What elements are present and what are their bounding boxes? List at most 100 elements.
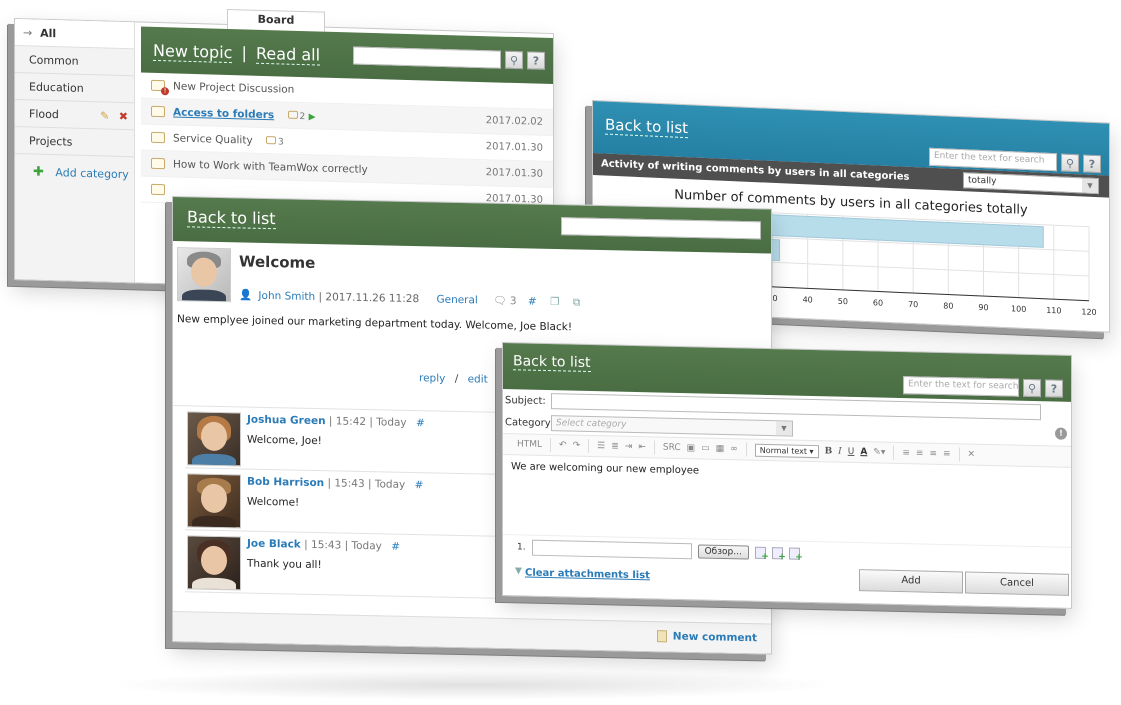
topic-title[interactable]: Service Quality — [173, 132, 253, 146]
sidebar-item-label: Common — [29, 53, 79, 68]
table-icon[interactable]: ▦ — [716, 444, 725, 454]
format-select[interactable]: Normal text ▾ — [754, 443, 819, 458]
edit-link[interactable]: edit — [468, 373, 488, 385]
help-button[interactable]: ? — [1083, 154, 1101, 174]
image-icon[interactable]: ▣ — [687, 443, 696, 453]
comment-permalink[interactable]: # — [416, 417, 425, 429]
italic-button[interactable]: I — [838, 447, 842, 457]
comment-permalink[interactable]: # — [391, 541, 400, 553]
back-to-list-link[interactable]: Back to list — [605, 115, 689, 139]
help-button[interactable]: ? — [527, 51, 545, 70]
chevron-down-icon: ▼ — [776, 421, 792, 436]
user-icon: 👤 — [239, 289, 253, 302]
go-arrow-icon[interactable]: ▶ — [309, 112, 316, 122]
category-select[interactable]: Select category ▼ — [551, 415, 793, 437]
video-icon[interactable]: ▭ — [701, 444, 710, 454]
comment-count: 3 — [266, 135, 284, 148]
sidebar-item-flood[interactable]: Flood ✎ ✖ — [15, 100, 134, 131]
highlight-color-icon[interactable]: ✎▾ — [873, 447, 885, 457]
cancel-button[interactable]: Cancel — [965, 571, 1069, 596]
screenshot-stage: Board → All Common Education Flood ✎ ✖ P… — [0, 0, 1121, 705]
search-icon[interactable]: ⚲ — [1061, 153, 1079, 173]
clear-format-icon[interactable]: ✕ — [968, 450, 976, 460]
board-search-input[interactable] — [353, 46, 501, 69]
browse-button[interactable]: Обзор... — [697, 544, 749, 560]
comment-count-value: 3 — [509, 295, 517, 308]
comment-author-link[interactable]: Bob Harrison — [247, 476, 324, 490]
bullet-list-icon[interactable]: ☰ — [597, 441, 605, 451]
outdent-icon[interactable]: ⇤ — [638, 442, 646, 452]
topic-search-input[interactable] — [561, 217, 761, 240]
reply-link[interactable]: reply — [419, 372, 445, 385]
post-meta: 👤 John Smith | 2017.11.26 11:28 General … — [239, 288, 580, 309]
new-comment-button[interactable]: New comment — [656, 630, 757, 645]
search-icon[interactable]: ⚲ — [1023, 378, 1041, 398]
x-tick-label: 70 — [908, 300, 918, 309]
undo-icon[interactable]: ↶ — [559, 440, 567, 450]
sidebar-item-all[interactable]: → All — [15, 19, 134, 50]
search-icon[interactable]: ⚲ — [505, 50, 523, 70]
topic-bubble-icon — [151, 131, 165, 144]
add-category-link[interactable]: ✚ Add category — [15, 154, 134, 182]
add-button[interactable]: Add — [859, 569, 963, 594]
add-document-icon[interactable] — [771, 547, 783, 560]
sidebar-item-education[interactable]: Education — [15, 73, 134, 104]
indent-icon[interactable]: ⇥ — [625, 442, 633, 452]
align-right-icon[interactable]: ≡ — [929, 449, 937, 459]
attachment-index: 1. — [517, 542, 526, 553]
help-button[interactable]: ? — [1045, 379, 1063, 398]
editor-search-input[interactable]: Enter the text for search — [903, 376, 1019, 397]
sidebar-item-projects[interactable]: Projects — [15, 127, 134, 158]
post-category-link[interactable]: General — [436, 294, 477, 307]
comment-count-value: 3 — [278, 136, 284, 148]
post-author-link[interactable]: John Smith — [258, 290, 315, 303]
align-left-icon[interactable]: ≡ — [902, 448, 910, 458]
add-file-icon[interactable] — [754, 546, 766, 559]
tab-board[interactable]: Board — [227, 8, 325, 32]
font-color-button[interactable]: A — [860, 447, 867, 457]
link-icon[interactable]: ∞ — [730, 444, 738, 454]
new-topic-link[interactable]: New topic — [153, 40, 233, 64]
comment-author-link[interactable]: Joshua Green — [247, 414, 326, 428]
underline-button[interactable]: U — [848, 447, 855, 457]
bold-button[interactable]: B — [825, 446, 833, 456]
topic-title[interactable]: How to Work with TeamWox correctly — [173, 158, 486, 179]
numbered-list-icon[interactable]: ≣ — [611, 441, 619, 451]
topic-title-link[interactable]: Access to folders — [173, 106, 274, 121]
comment-text: Welcome! — [247, 495, 300, 509]
chevron-down-icon: ▼ — [515, 566, 522, 577]
back-to-list-link[interactable]: Back to list — [187, 207, 276, 230]
category-sidebar: → All Common Education Flood ✎ ✖ Project… — [15, 19, 135, 283]
comment-count-value: 2 — [299, 111, 306, 122]
redo-icon[interactable]: ↷ — [573, 441, 581, 451]
html-mode-button[interactable]: HTML — [517, 439, 542, 450]
permalink-hash[interactable]: # — [528, 295, 537, 307]
topic-title[interactable]: New Project Discussion — [173, 80, 543, 102]
avatar-joe-black — [187, 535, 241, 591]
comment-permalink[interactable]: # — [415, 479, 424, 491]
comment-author-link[interactable]: Joe Black — [247, 538, 301, 551]
read-all-link[interactable]: Read all — [256, 43, 321, 66]
copy-icon[interactable]: ❐ — [550, 296, 559, 308]
sidebar-item-common[interactable]: Common — [15, 46, 134, 77]
source-button[interactable]: SRC — [663, 443, 681, 453]
new-comment-label: New comment — [672, 630, 757, 645]
period-select[interactable]: totally ▼ — [963, 172, 1099, 195]
editor-content[interactable]: We are welcoming our new employee — [503, 455, 1071, 548]
align-center-icon[interactable]: ≡ — [916, 448, 924, 458]
add-report-icon[interactable] — [788, 547, 800, 560]
edit-pencil-icon[interactable]: ✎ — [100, 109, 109, 122]
category-label: Category: — [505, 416, 554, 429]
comment-text: Welcome, Joe! — [247, 433, 322, 448]
move-icon[interactable]: ⧉ — [573, 296, 581, 308]
align-justify-icon[interactable]: ≡ — [943, 449, 951, 459]
floor-shadow — [100, 670, 840, 700]
category-placeholder: Select category — [556, 418, 627, 430]
attachment-file-input[interactable] — [531, 539, 692, 560]
comment-header: Joe Black | 15:43 | Today # — [247, 538, 400, 553]
back-to-list-link[interactable]: Back to list — [513, 353, 591, 373]
required-warning-icon: ! — [1055, 427, 1067, 440]
clear-attachments-link[interactable]: Clear attachments list — [525, 568, 650, 582]
delete-x-icon[interactable]: ✖ — [119, 110, 128, 123]
x-tick-label: 60 — [873, 298, 883, 307]
